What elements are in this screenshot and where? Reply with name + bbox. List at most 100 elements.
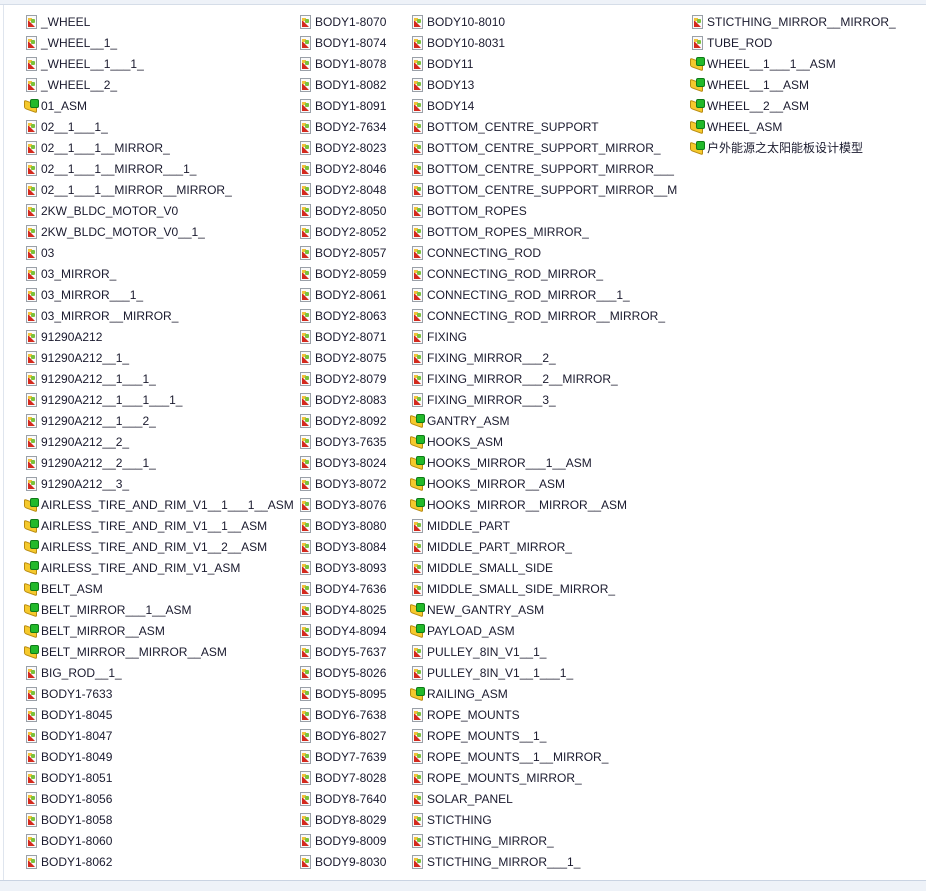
assembly-file-item[interactable]: HOOKS_MIRROR___1__ASM [410,453,592,473]
assembly-file-item[interactable]: WHEEL__1___1__ASM [690,54,836,74]
part-file-item[interactable]: BODY2-8046 [298,159,386,179]
part-file-item[interactable]: BODY1-8060 [24,831,112,851]
assembly-file-item[interactable]: 户外能源之太阳能板设计模型 [690,138,863,158]
assembly-file-item[interactable]: BELT_ASM [24,579,103,599]
part-file-item[interactable]: BODY10-8031 [410,33,505,53]
part-file-item[interactable]: FIXING [410,327,467,347]
part-file-item[interactable]: MIDDLE_PART [410,516,510,536]
part-file-item[interactable]: BODY2-8071 [298,327,386,347]
part-file-item[interactable]: BODY3-8024 [298,453,386,473]
part-file-item[interactable]: BODY1-8047 [24,726,112,746]
part-file-item[interactable]: BODY5-8095 [298,684,386,704]
part-file-item[interactable]: BODY14 [410,96,474,116]
assembly-file-item[interactable]: NEW_GANTRY_ASM [410,600,544,620]
assembly-file-item[interactable]: AIRLESS_TIRE_AND_RIM_V1_ASM [24,558,240,578]
part-file-item[interactable]: BIG_ROD__1_ [24,663,122,683]
part-file-item[interactable]: 91290A212__2___1_ [24,453,156,473]
part-file-item[interactable]: BODY2-8061 [298,285,386,305]
part-file-item[interactable]: BOTTOM_ROPES_MIRROR_ [410,222,589,242]
part-file-item[interactable]: BODY1-8051 [24,768,112,788]
part-file-item[interactable]: BODY1-8062 [24,852,112,872]
part-file-item[interactable]: PULLEY_8IN_V1__1_ [410,642,546,662]
part-file-item[interactable]: BODY6-8027 [298,726,386,746]
assembly-file-item[interactable]: HOOKS_ASM [410,432,503,452]
part-file-item[interactable]: BODY2-8050 [298,201,386,221]
part-file-item[interactable]: ROPE_MOUNTS [410,705,520,725]
assembly-file-item[interactable]: GANTRY_ASM [410,411,509,431]
part-file-item[interactable]: _WHEEL__2_ [24,75,117,95]
part-file-item[interactable]: 03 [24,243,54,263]
part-file-item[interactable]: STICTHING_MIRROR_ [410,831,554,851]
part-file-item[interactable]: BODY2-8023 [298,138,386,158]
part-file-item[interactable]: _WHEEL__1_ [24,33,117,53]
part-file-item[interactable]: 2KW_BLDC_MOTOR_V0__1_ [24,222,205,242]
part-file-item[interactable]: BODY5-8026 [298,663,386,683]
part-file-item[interactable]: 02__1___1__MIRROR_ [24,138,170,158]
part-file-item[interactable]: BODY3-7635 [298,432,386,452]
assembly-file-item[interactable]: BELT_MIRROR___1__ASM [24,600,192,620]
assembly-file-item[interactable]: AIRLESS_TIRE_AND_RIM_V1__1___1__ASM [24,495,294,515]
assembly-file-item[interactable]: BELT_MIRROR__MIRROR__ASM [24,642,227,662]
part-file-item[interactable]: BODY2-8057 [298,243,386,263]
part-file-item[interactable]: BODY2-8079 [298,369,386,389]
part-file-item[interactable]: BODY5-7637 [298,642,386,662]
assembly-file-item[interactable]: AIRLESS_TIRE_AND_RIM_V1__1__ASM [24,516,267,536]
part-file-item[interactable]: MIDDLE_SMALL_SIDE [410,558,553,578]
assembly-file-item[interactable]: HOOKS_MIRROR__ASM [410,474,565,494]
file-list-view[interactable]: _WHEEL _WHEEL__1_ _WHEEL__1___1_ _WHEEL__2_… [4,5,926,880]
part-file-item[interactable]: 91290A212 [24,327,102,347]
part-file-item[interactable]: 2KW_BLDC_MOTOR_V0 [24,201,178,221]
part-file-item[interactable]: BODY2-8075 [298,348,386,368]
part-file-item[interactable]: BODY9-8009 [298,831,386,851]
part-file-item[interactable]: BOTTOM_CENTRE_SUPPORT_MIRROR___ [410,159,674,179]
part-file-item[interactable]: 91290A212__1___1_ [24,369,156,389]
part-file-item[interactable]: 91290A212__2_ [24,432,129,452]
part-file-item[interactable]: BOTTOM_CENTRE_SUPPORT_MIRROR_ [410,138,661,158]
part-file-item[interactable]: BODY1-8058 [24,810,112,830]
part-file-item[interactable]: CONNECTING_ROD_MIRROR__MIRROR_ [410,306,665,326]
part-file-item[interactable]: _WHEEL__1___1_ [24,54,144,74]
part-file-item[interactable]: BOTTOM_ROPES [410,201,527,221]
part-file-item[interactable]: STICTHING_MIRROR___1_ [410,852,580,872]
part-file-item[interactable]: BODY3-8084 [298,537,386,557]
part-file-item[interactable]: ROPE_MOUNTS__1__MIRROR_ [410,747,608,767]
assembly-file-item[interactable]: WHEEL__2__ASM [690,96,809,116]
part-file-item[interactable]: BODY7-7639 [298,747,386,767]
part-file-item[interactable]: BODY3-8093 [298,558,386,578]
assembly-file-item[interactable]: HOOKS_MIRROR__MIRROR__ASM [410,495,627,515]
part-file-item[interactable]: BODY1-8049 [24,747,112,767]
part-file-item[interactable]: 02__1___1__MIRROR___1_ [24,159,196,179]
part-file-item[interactable]: 03_MIRROR__MIRROR_ [24,306,178,326]
part-file-item[interactable]: 91290A212__1_ [24,348,129,368]
assembly-file-item[interactable]: RAILING_ASM [410,684,508,704]
part-file-item[interactable]: BODY1-7633 [24,684,112,704]
part-file-item[interactable]: BODY13 [410,75,474,95]
part-file-item[interactable]: ROPE_MOUNTS_MIRROR_ [410,768,582,788]
part-file-item[interactable]: 02__1___1_ [24,117,108,137]
assembly-file-item[interactable]: BELT_MIRROR__ASM [24,621,165,641]
part-file-item[interactable]: FIXING_MIRROR___2_ [410,348,556,368]
part-file-item[interactable]: BODY3-8072 [298,474,386,494]
assembly-file-item[interactable]: WHEEL__1__ASM [690,75,809,95]
part-file-item[interactable]: BODY11 [410,54,473,74]
part-file-item[interactable]: BODY8-7640 [298,789,386,809]
part-file-item[interactable]: 91290A212__3_ [24,474,129,494]
part-file-item[interactable]: BODY10-8010 [410,12,505,32]
part-file-item[interactable]: SOLAR_PANEL [410,789,513,809]
part-file-item[interactable]: BODY2-8052 [298,222,386,242]
part-file-item[interactable]: MIDDLE_PART_MIRROR_ [410,537,572,557]
part-file-item[interactable]: CONNECTING_ROD_MIRROR___1_ [410,285,630,305]
part-file-item[interactable]: BODY4-7636 [298,579,386,599]
part-file-item[interactable]: STICTHING [410,810,492,830]
part-file-item[interactable]: BODY2-8092 [298,411,386,431]
part-file-item[interactable]: BODY4-8025 [298,600,386,620]
part-file-item[interactable]: PULLEY_8IN_V1__1___1_ [410,663,573,683]
part-file-item[interactable]: BODY2-7634 [298,117,386,137]
part-file-item[interactable]: 91290A212__1___1___1_ [24,390,182,410]
part-file-item[interactable]: 03_MIRROR___1_ [24,285,143,305]
part-file-item[interactable]: BODY7-8028 [298,768,386,788]
part-file-item[interactable]: CONNECTING_ROD [410,243,541,263]
part-file-item[interactable]: TUBE_ROD [690,33,772,53]
part-file-item[interactable]: BODY3-8076 [298,495,386,515]
assembly-file-item[interactable]: PAYLOAD_ASM [410,621,515,641]
